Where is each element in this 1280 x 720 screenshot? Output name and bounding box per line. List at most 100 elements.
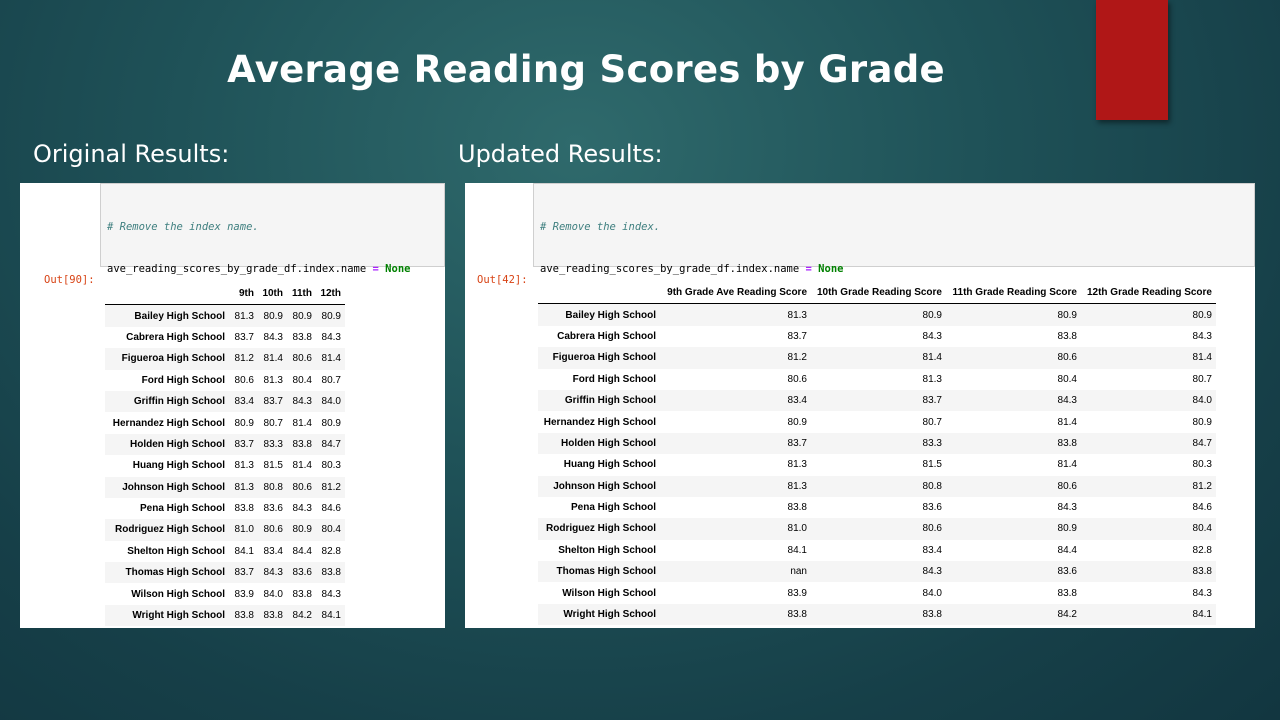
score-cell: 80.9 (922, 309, 942, 321)
table-row: Huang High School 81.3 81.5 81.4 80.3 (105, 455, 345, 477)
score-cell: 84.3 (263, 567, 283, 579)
score-cell: 83.8 (263, 610, 283, 622)
table-row: Holden High School 83.7 83.3 83.8 84.7 (538, 432, 1216, 455)
updated-results-panel: # Remove the index. ave_reading_scores_b… (465, 183, 1255, 628)
row-index-school: Shelton High School (127, 545, 225, 557)
score-cell: 80.6 (234, 374, 254, 386)
score-cell: 81.2 (234, 353, 254, 365)
column-header: 11th (287, 283, 316, 306)
output-prompt: Out[90]: (44, 274, 95, 286)
score-cell: 81.2 (321, 481, 341, 493)
score-cell: 80.4 (321, 524, 341, 536)
score-cell: 82.8 (321, 545, 341, 557)
score-cell: 81.3 (234, 310, 254, 322)
score-cell: 84.3 (922, 330, 942, 342)
score-cell: 83.8 (292, 588, 312, 600)
score-cell: 80.9 (292, 524, 312, 536)
table-row: Pena High School 83.8 83.6 84.3 84.6 (538, 496, 1216, 519)
score-cell: 83.7 (234, 331, 254, 343)
score-cell: 80.6 (1057, 352, 1077, 364)
updated-results-label: Updated Results: (458, 140, 663, 168)
code-comment: # Remove the index. (540, 221, 661, 233)
table-row: Wilson High School 83.9 84.0 83.8 84.3 (105, 583, 345, 605)
score-cell: 80.9 (1192, 416, 1212, 428)
column-header: 9th (229, 283, 258, 306)
score-cell: 81.5 (922, 459, 942, 471)
table-row: Bailey High School 81.3 80.9 80.9 80.9 (105, 304, 345, 327)
table-row: Holden High School 83.7 83.3 83.8 84.7 (105, 433, 345, 456)
code-text: ave_reading_scores_by_grade_df.index.nam… (107, 263, 367, 275)
table-row: Pena High School 83.8 83.6 84.3 84.6 (105, 497, 345, 520)
row-index-school: Figueroa High School (121, 353, 225, 365)
row-index-school: Hernandez High School (543, 416, 656, 428)
score-cell: 81.4 (1057, 459, 1077, 471)
score-cell: 84.2 (292, 610, 312, 622)
score-cell: 80.8 (922, 480, 942, 492)
row-index-school: Wright High School (132, 610, 225, 622)
updated-code-cell[interactable]: # Remove the index. ave_reading_scores_b… (533, 183, 1255, 401)
score-cell: 80.6 (292, 353, 312, 365)
score-cell: 84.3 (292, 503, 312, 515)
table-row: Thomas High School nan 84.3 83.6 83.8 (538, 561, 1216, 583)
score-cell: 80.7 (263, 417, 283, 429)
code-comment: # Remove the index name. (107, 221, 259, 233)
row-index-school: Johnson High School (553, 480, 656, 492)
score-cell: 80.7 (922, 416, 942, 428)
score-cell: 83.6 (292, 567, 312, 579)
table-row: Hernandez High School 80.9 80.7 81.4 80.9 (105, 412, 345, 434)
table-row: Wright High School 83.8 83.8 84.2 84.1 (538, 603, 1216, 626)
row-index-school: Pena High School (570, 502, 656, 514)
score-cell: nan (790, 566, 807, 578)
score-cell: 84.0 (321, 396, 341, 408)
table-row: Shelton High School 84.1 83.4 84.4 82.8 (105, 540, 345, 563)
row-index-school: Thomas High School (125, 567, 225, 579)
score-cell: 84.2 (1057, 609, 1077, 621)
score-cell: 81.2 (1192, 480, 1212, 492)
score-cell: 83.9 (234, 588, 254, 600)
score-cell: 80.6 (922, 523, 942, 535)
score-cell: 80.6 (292, 481, 312, 493)
score-cell: 84.4 (1057, 544, 1077, 556)
score-cell: 81.4 (292, 417, 312, 429)
score-cell: 80.3 (321, 460, 341, 472)
score-cell: 80.7 (1192, 373, 1212, 385)
score-cell: 80.8 (263, 481, 283, 493)
score-cell: 81.3 (263, 374, 283, 386)
score-cell: 83.8 (1057, 587, 1077, 599)
score-cell: 83.8 (321, 567, 341, 579)
column-header: 11th Grade Reading Score (946, 282, 1081, 305)
score-cell: 84.0 (263, 588, 283, 600)
column-header: 10th (258, 283, 287, 306)
table-row: Hernandez High School 80.9 80.7 81.4 80.9 (538, 411, 1216, 433)
score-cell: 83.4 (263, 545, 283, 557)
score-cell: 80.9 (787, 416, 807, 428)
score-cell: 83.3 (263, 438, 283, 450)
original-results-label: Original Results: (33, 140, 230, 168)
score-cell: 83.8 (1057, 330, 1077, 342)
score-cell: 84.1 (787, 544, 807, 556)
score-cell: 81.5 (263, 460, 283, 472)
score-cell: 80.4 (1192, 523, 1212, 535)
score-cell: 84.3 (1057, 395, 1077, 407)
row-index-school: Griffin High School (133, 396, 225, 408)
score-cell: 81.0 (234, 524, 254, 536)
original-code-cell[interactable]: # Remove the index name. ave_reading_sco… (100, 183, 445, 401)
row-index-school: Holden High School (130, 438, 225, 450)
score-cell: 81.4 (292, 460, 312, 472)
row-index-school: Holden High School (561, 437, 656, 449)
original-dataframe-table: 9th 10th 11th 12th Bailey High School 81.3 80… (105, 283, 345, 627)
row-index-school: Bailey High School (134, 310, 225, 322)
score-cell: 83.8 (234, 610, 254, 622)
score-cell: 83.4 (234, 396, 254, 408)
score-cell: 84.3 (922, 566, 942, 578)
row-index-school: Pena High School (139, 503, 225, 515)
score-cell: 84.4 (292, 545, 312, 557)
column-header: 9th Grade Ave Reading Score (660, 282, 811, 305)
score-cell: 83.8 (787, 502, 807, 514)
score-cell: 80.9 (263, 310, 283, 322)
original-results-panel: # Remove the index name. ave_reading_sco… (20, 183, 445, 628)
score-cell: 84.7 (1192, 437, 1212, 449)
code-text: ave_reading_scores_by_grade_df.index.nam… (540, 263, 800, 275)
row-index-school: Cabrera High School (557, 330, 656, 342)
column-header: 10th Grade Reading Score (811, 282, 946, 305)
